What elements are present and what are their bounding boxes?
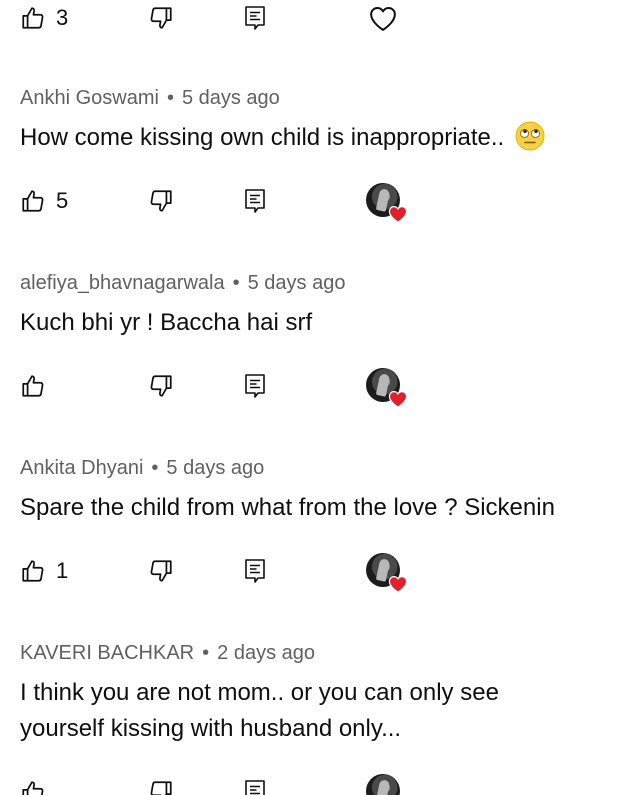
like-button[interactable]: 1 [20, 551, 68, 591]
reply-button[interactable] [243, 366, 267, 406]
creator-heart-avatar-icon [364, 772, 404, 795]
dislike-button[interactable] [148, 551, 174, 591]
reply-icon [243, 373, 267, 399]
comment-actions: 3 [0, 0, 640, 38]
heart-icon [388, 576, 408, 593]
reply-icon [243, 779, 267, 795]
separator-dot: • [202, 642, 210, 664]
like-count: 5 [56, 188, 69, 213]
comment-text-line: How come kissing own child is inappropri… [20, 124, 505, 151]
comment-text-line: yourself kissing with husband only... [20, 715, 402, 742]
comment-age: 2 days ago [217, 642, 315, 664]
thumbs-down-icon [148, 5, 174, 31]
like-count: 3 [56, 5, 69, 30]
separator-dot: • [232, 272, 240, 294]
comment-actions [0, 772, 640, 795]
reply-icon [243, 558, 267, 584]
reply-icon [243, 5, 267, 31]
comment-text-line: Kuch bhi yr ! Baccha hai srf [20, 309, 313, 336]
creator-heart-avatar-icon [364, 551, 408, 593]
comment-text: How come kissing own child is inappropri… [20, 121, 545, 155]
like-button[interactable]: 3 [20, 0, 68, 38]
comment-actions: 1 [0, 551, 640, 593]
comment-author[interactable]: Ankhi Goswami [20, 87, 159, 109]
creator-heart-avatar-icon [364, 366, 408, 408]
reply-button[interactable] [243, 772, 267, 795]
comment-text: yourself kissing with husband only... [20, 712, 401, 746]
separator-dot: • [166, 87, 174, 109]
heart-icon [388, 206, 408, 223]
comments-page: 3 Ankhi Goswami • 5 days ago How come kiss… [0, 0, 640, 795]
comment-meta: Ankita Dhyani • 5 days ago [20, 458, 264, 478]
creator-heart-avatar-icon [364, 181, 408, 223]
dislike-button[interactable] [148, 366, 174, 406]
comment-meta: Ankhi Goswami • 5 days ago [20, 88, 280, 108]
thumbs-up-icon [20, 188, 46, 214]
thumbs-up-icon [20, 779, 46, 795]
dislike-button[interactable] [148, 772, 174, 795]
comment-text: I think you are not mom.. or you can onl… [20, 676, 499, 710]
reply-icon [243, 188, 267, 214]
heart-button[interactable] [368, 0, 398, 38]
dislike-button[interactable] [148, 181, 174, 221]
thumbs-up-icon [20, 5, 46, 31]
thumbs-down-icon [148, 188, 174, 214]
thumbs-down-icon [148, 779, 174, 795]
comment-age: 5 days ago [181, 87, 280, 109]
like-button[interactable]: 5 [20, 181, 68, 221]
reply-button[interactable] [243, 181, 267, 221]
comment-author[interactable]: alefiya_bhavnagarwala [20, 272, 225, 294]
separator-dot: • [151, 457, 159, 479]
like-count: 1 [56, 558, 69, 583]
comment-text-line: I think you are not mom.. or you can onl… [20, 679, 499, 706]
thumbs-down-icon [148, 373, 174, 399]
comment-age: 5 days ago [166, 457, 265, 479]
heart-icon [388, 391, 408, 408]
comment-text-line: Spare the child from what from the love … [20, 494, 555, 521]
avatar [366, 774, 400, 795]
thumbs-down-icon [148, 558, 174, 584]
like-button[interactable] [20, 772, 56, 795]
dislike-button[interactable] [148, 0, 174, 38]
comment-author[interactable]: KAVERI BACHKAR [20, 642, 194, 664]
like-button[interactable] [20, 366, 56, 406]
comment-author[interactable]: Ankita Dhyani [20, 457, 143, 479]
comment-actions [0, 366, 640, 408]
comment-actions: 5 [0, 181, 640, 223]
reply-button[interactable] [243, 0, 267, 38]
reply-button[interactable] [243, 551, 267, 591]
comment-meta: alefiya_bhavnagarwala • 5 days ago [20, 273, 345, 293]
comment-text: Spare the child from what from the love … [20, 491, 555, 525]
face-with-rolling-eyes-icon [515, 121, 545, 151]
comment-meta: KAVERI BACHKAR • 2 days ago [20, 643, 315, 663]
comment-age: 5 days ago [247, 272, 346, 294]
thumbs-up-icon [20, 373, 46, 399]
comment-text: Kuch bhi yr ! Baccha hai srf [20, 306, 312, 340]
thumbs-up-icon [20, 558, 46, 584]
heart-icon [368, 4, 398, 32]
